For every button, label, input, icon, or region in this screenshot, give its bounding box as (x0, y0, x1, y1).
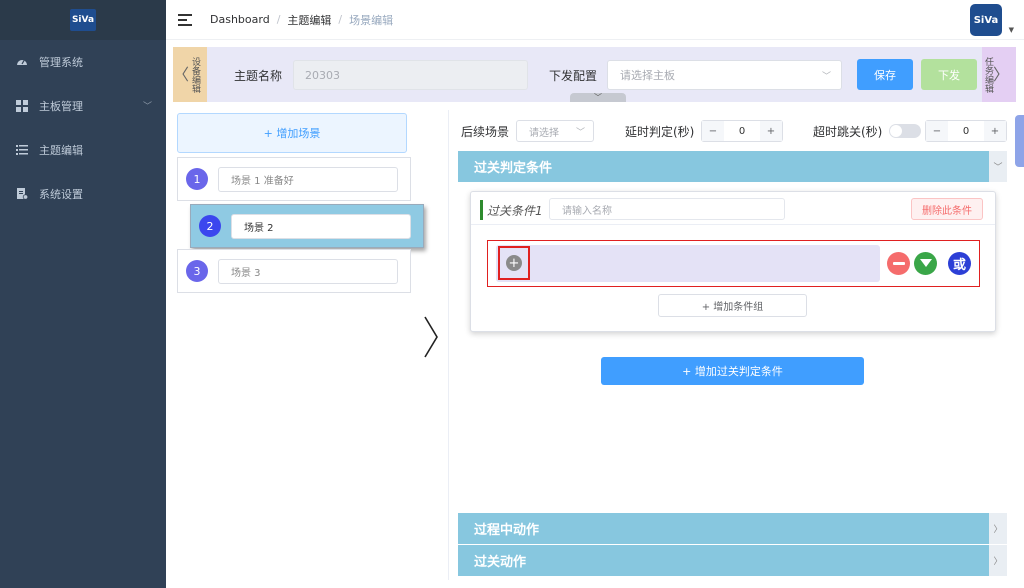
decrement-button[interactable]: − (926, 121, 948, 141)
breadcrumb: Dashboard / 主题编辑 / 场景编辑 (210, 12, 393, 28)
chevron-down-icon: ﹀ (142, 102, 152, 112)
timeout-stepper[interactable]: − 0 + (925, 120, 1007, 142)
board-select-placeholder: 请选择主板 (620, 69, 675, 82)
scene-item[interactable]: 3 场景 3 (177, 249, 411, 293)
sidebar-item-label: 管理系统 (39, 56, 83, 69)
settings-doc-icon (16, 188, 28, 200)
breadcrumb-current: 场景编辑 (349, 13, 394, 27)
caret-down-icon[interactable]: ▼ (1009, 26, 1014, 34)
avatar[interactable]: SiVa (970, 4, 1002, 36)
add-condition-group-button[interactable]: + 增加条件组 (658, 294, 807, 317)
sidebar-item-label: 主板管理 (39, 100, 83, 113)
next-scene-select[interactable]: 请选择 ﹀ (516, 120, 594, 142)
add-condition-item-button[interactable]: + (498, 246, 530, 280)
timeout-label: 超时跳关(秒) (813, 125, 883, 139)
sidebar-item-system[interactable]: 管理系统 (0, 40, 166, 84)
chevron-right-icon[interactable]: 〉 (989, 513, 1007, 544)
scene-number: 2 (199, 215, 221, 237)
minus-icon (892, 262, 905, 265)
add-pass-condition-button[interactable]: + 增加过关判定条件 (601, 357, 864, 385)
move-down-button[interactable] (914, 252, 937, 275)
chevron-down-icon[interactable]: ﹀ (989, 151, 1007, 182)
condition-marker (480, 200, 483, 220)
sidebar-item-label: 主题编辑 (39, 144, 83, 157)
delete-condition-button[interactable]: 删除此条件 (911, 198, 983, 220)
switch-knob (890, 125, 902, 137)
sidebar-item-board[interactable]: 主板管理 ﹀ (0, 84, 166, 128)
divider (471, 224, 995, 225)
task-edit-label: 任务编辑 (983, 56, 993, 93)
delay-value[interactable]: 0 (724, 126, 760, 137)
sidebar-item-label: 系统设置 (39, 188, 83, 201)
in-process-actions-header[interactable]: 过程中动作 (458, 513, 989, 544)
scene-name-input[interactable]: 场景 2 (231, 214, 411, 239)
sidebar-item-settings[interactable]: 系统设置 (0, 172, 166, 216)
condition-name-input[interactable]: 请输入名称 (549, 198, 785, 220)
scene-item-active[interactable]: 2 场景 2 (190, 204, 424, 248)
plus-circle-icon: + (506, 255, 522, 271)
theme-name-label: 主题名称 (234, 69, 283, 83)
theme-config-bar: 〈 设备编辑 主题名称 20303 下发配置 请选择主板 ﹀ 保存 下发 任务编… (173, 47, 1016, 102)
condition-group: + 或 (487, 240, 980, 287)
increment-button[interactable]: + (984, 121, 1006, 141)
breadcrumb-separator: / (276, 13, 281, 26)
chevron-right-icon[interactable]: 〉 (989, 545, 1007, 576)
chevron-down-icon: ﹀ (575, 128, 585, 138)
delay-stepper[interactable]: − 0 + (701, 120, 783, 142)
scene-name-input[interactable]: 场景 3 (218, 259, 398, 284)
breadcrumb-separator: / (338, 13, 343, 26)
remove-group-button[interactable] (887, 252, 910, 275)
sidebar: SiVa 管理系统 主板管理 ﹀ 主题编辑 系统设置 (0, 0, 166, 588)
breadcrumb-dashboard[interactable]: Dashboard (210, 13, 270, 26)
sidebar-logo-area: SiVa (0, 0, 166, 40)
chevron-down-icon: ﹀ (821, 72, 831, 82)
scene-list-panel: + 增加场景 1 场景 1 准备好 2 场景 2 3 场景 3 (173, 110, 449, 580)
breadcrumb-theme-edit[interactable]: 主题编辑 (287, 12, 331, 28)
condition-title: 过关条件1 (487, 203, 543, 218)
chevron-right-icon[interactable] (423, 315, 439, 369)
collapse-handle[interactable]: ﹀ (570, 93, 626, 102)
condition-group-body (496, 245, 880, 282)
condition-card: 过关条件1 请输入名称 删除此条件 + 或 + 增加条件组 (470, 191, 996, 332)
scene-number: 1 (186, 168, 208, 190)
condition-header: 过关条件1 请输入名称 删除此条件 (480, 198, 986, 222)
list-icon (16, 144, 28, 156)
scene-number: 3 (186, 260, 208, 282)
dispatch-config-label: 下发配置 (549, 69, 598, 83)
settings-drawer-tab[interactable] (1015, 115, 1024, 167)
caret-down-icon (919, 259, 932, 267)
or-button[interactable]: 或 (948, 252, 971, 275)
issue-button[interactable]: 下发 (921, 59, 977, 90)
delay-label: 延时判定(秒) (625, 125, 695, 139)
scene-name-input[interactable]: 场景 1 准备好 (218, 167, 398, 192)
board-select[interactable]: 请选择主板 ﹀ (607, 60, 842, 90)
device-edit-tab[interactable]: 〈 设备编辑 (173, 47, 207, 102)
sidebar-item-theme-edit[interactable]: 主题编辑 (0, 128, 166, 172)
logo[interactable]: SiVa (70, 9, 96, 31)
increment-button[interactable]: + (760, 121, 782, 141)
pass-actions-header[interactable]: 过关动作 (458, 545, 989, 576)
task-edit-tab[interactable]: 任务编辑 〉 (982, 47, 1016, 102)
timeout-value[interactable]: 0 (948, 126, 984, 137)
chevron-right-icon: 〉 (993, 65, 1010, 84)
decrement-button[interactable]: − (702, 121, 724, 141)
save-button[interactable]: 保存 (857, 59, 913, 90)
topbar: Dashboard / 主题编辑 / 场景编辑 SiVa ▼ (166, 0, 1024, 40)
theme-name-input[interactable]: 20303 (293, 60, 528, 90)
pass-conditions-header[interactable]: 过关判定条件 (458, 151, 989, 182)
grid-icon (16, 100, 28, 112)
next-scene-placeholder: 请选择 (529, 127, 559, 139)
scene-item[interactable]: 1 场景 1 准备好 (177, 157, 411, 201)
add-scene-button[interactable]: + 增加场景 (177, 113, 407, 153)
chevron-left-icon: 〈 (173, 65, 190, 84)
device-edit-label: 设备编辑 (190, 56, 201, 93)
dashboard-icon (16, 56, 28, 68)
timeout-switch[interactable] (889, 124, 921, 138)
next-scene-label: 后续场景 (461, 125, 510, 139)
hamburger-icon[interactable] (178, 13, 192, 26)
scene-editor-panel: 后续场景 请选择 ﹀ 延时判定(秒) − 0 + 超时跳关(秒) − 0 + 过… (450, 110, 1010, 580)
